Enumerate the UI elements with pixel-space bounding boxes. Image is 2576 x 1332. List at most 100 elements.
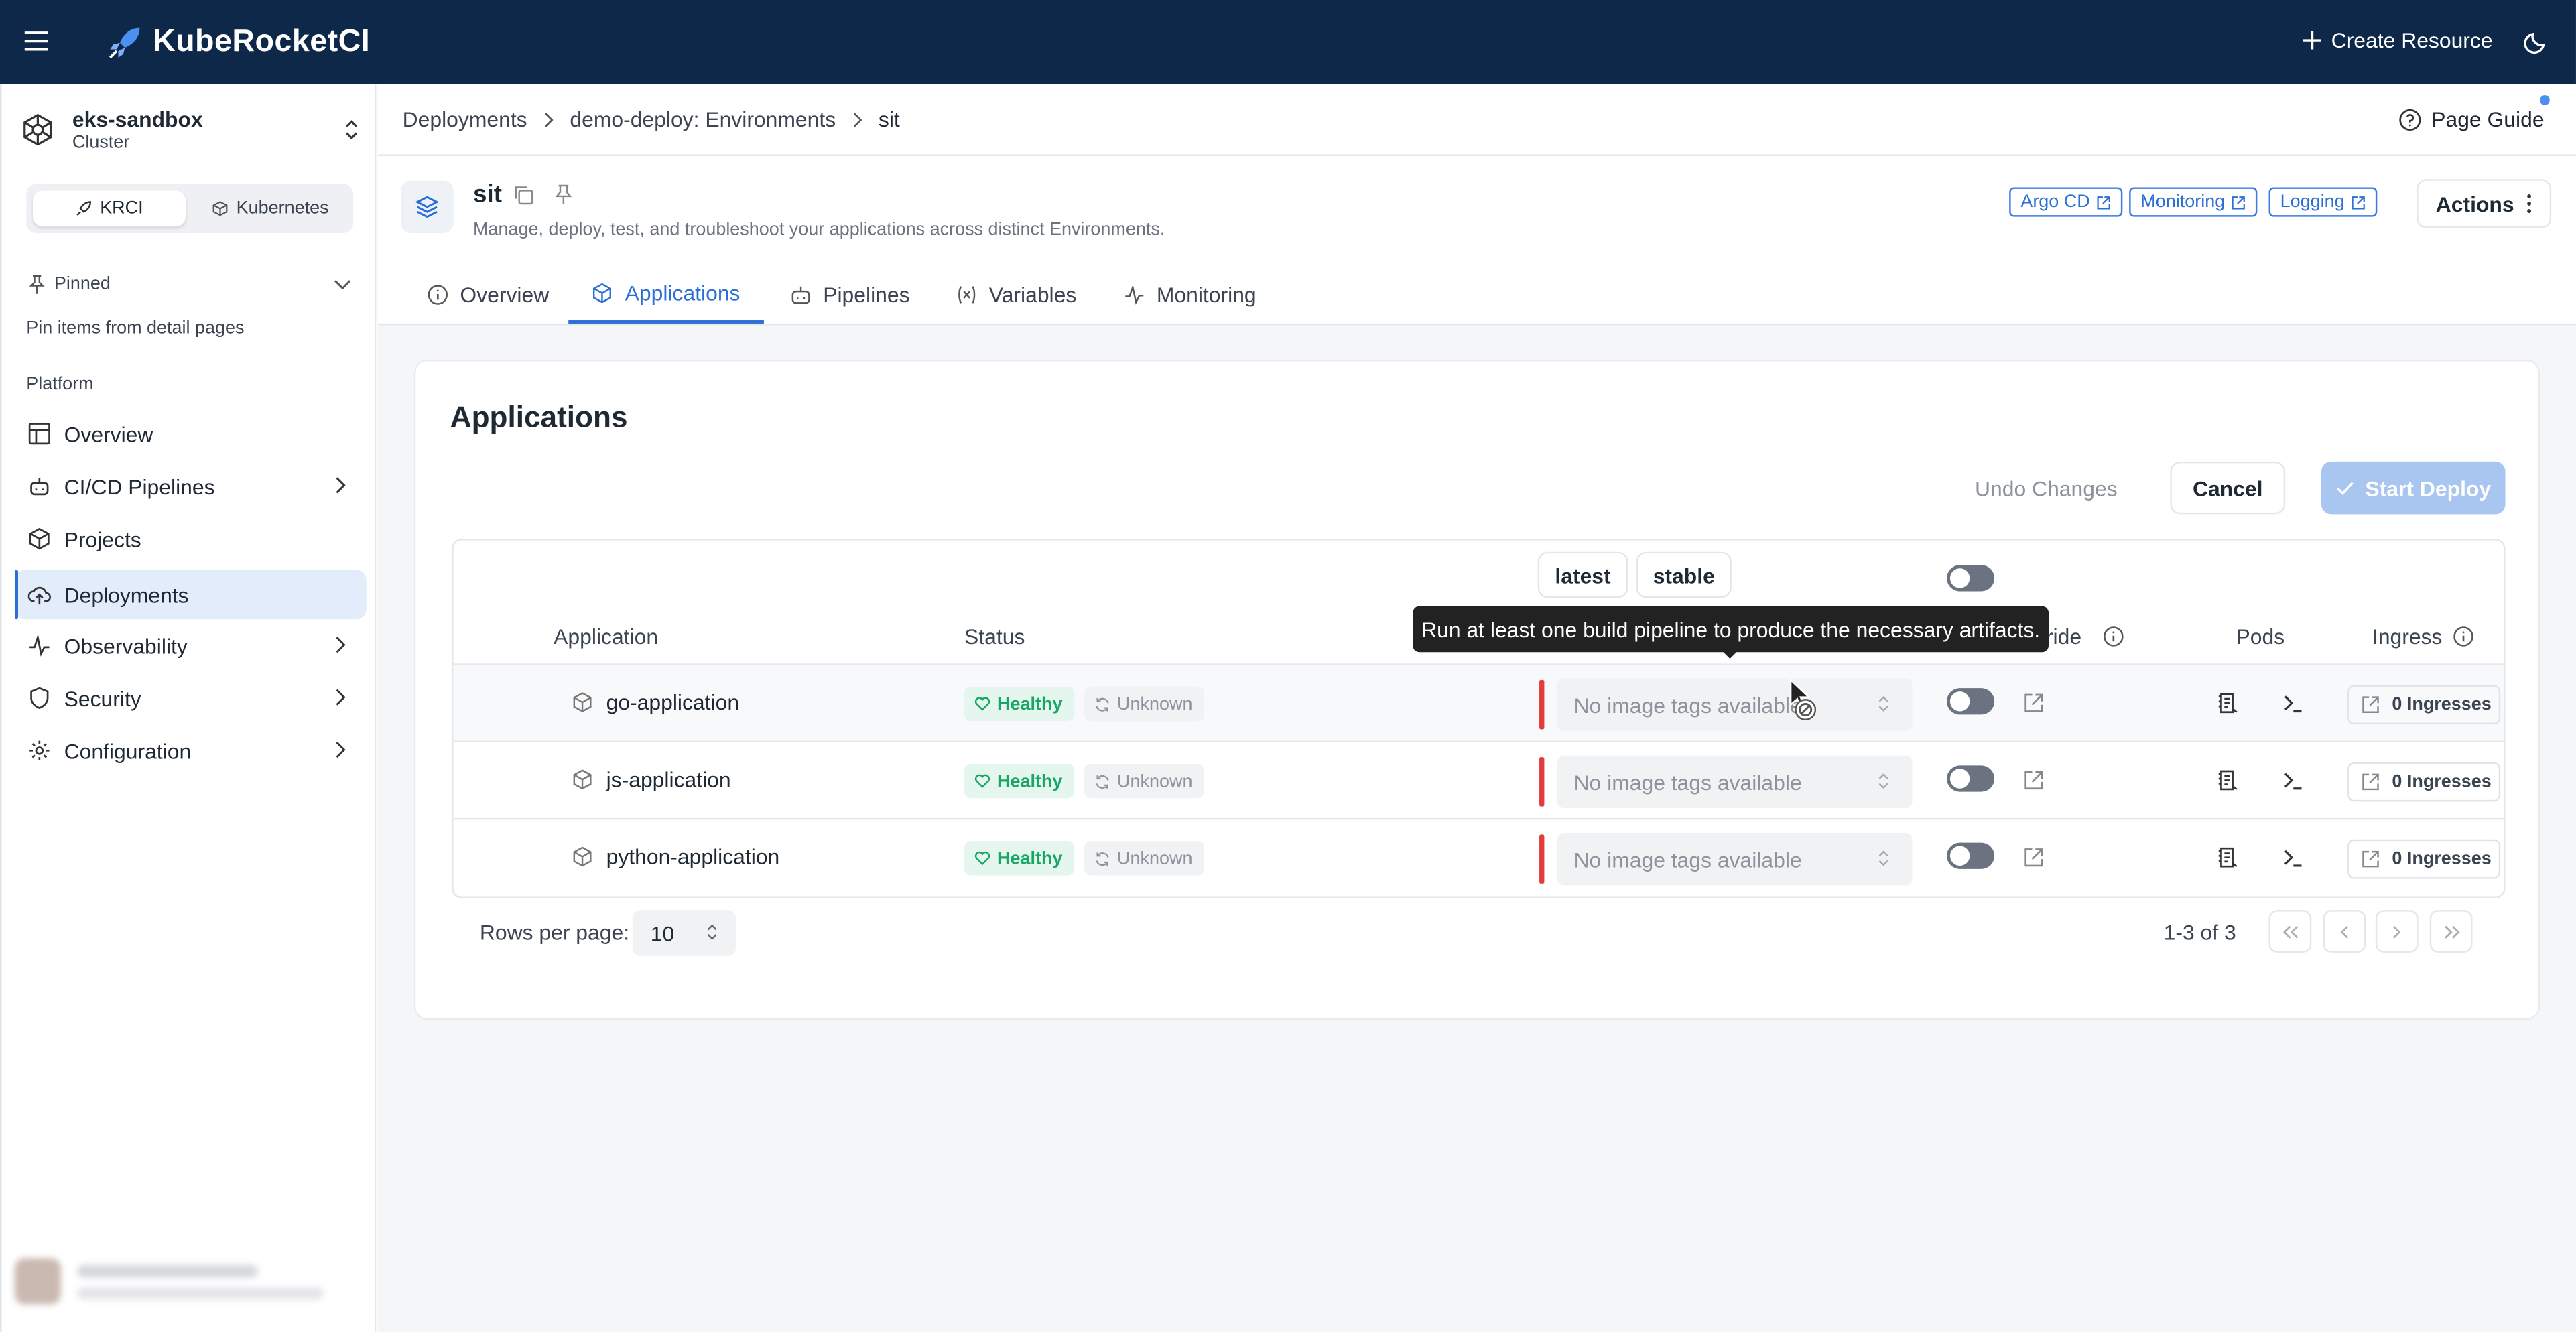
undo-changes-button[interactable]: Undo Changes (1960, 462, 2132, 514)
table-icon (28, 422, 51, 445)
notification-dot (2540, 95, 2550, 105)
pagination-controls (2268, 890, 2499, 973)
external-link-icon (2361, 849, 2380, 868)
refresh-icon (1094, 850, 1111, 867)
override-toggle[interactable] (1947, 842, 1995, 869)
robot-icon (28, 474, 51, 497)
pin-icon (28, 274, 46, 294)
menu-icon[interactable] (23, 28, 49, 54)
argocd-link[interactable]: Argo CD (2009, 187, 2123, 217)
mode-tab-kubernetes[interactable]: Kubernetes (192, 190, 348, 226)
breadcrumb-environments[interactable]: demo-deploy: Environments (570, 107, 836, 131)
logs-icon[interactable] (2216, 846, 2239, 869)
column-application[interactable]: Application (554, 624, 658, 649)
shield-icon (28, 687, 51, 710)
sidebar-item-cicd-pipelines[interactable]: CI/CD Pipelines (15, 462, 367, 511)
pin-icon[interactable] (554, 184, 573, 206)
column-pods: Pods (2236, 624, 2285, 649)
info-icon[interactable] (2453, 626, 2474, 647)
chevron-up-down-icon[interactable] (343, 119, 360, 141)
chevron-right-icon (852, 111, 862, 127)
latest-tag-button[interactable]: latest (1537, 551, 1628, 598)
breadcrumb-deployments[interactable]: Deployments (403, 107, 527, 131)
pulse-icon (28, 634, 51, 657)
next-page-button[interactable] (2375, 910, 2419, 953)
rocket-logo-icon (105, 23, 145, 62)
logging-link[interactable]: Logging (2268, 187, 2378, 217)
cube-icon (212, 200, 229, 217)
first-page-button[interactable] (2268, 910, 2312, 953)
ingress-button[interactable]: 0 Ingresses (2347, 762, 2501, 802)
sidebar-item-security[interactable]: Security (15, 673, 367, 723)
ingress-button[interactable]: 0 Ingresses (2347, 685, 2501, 725)
stable-tag-button[interactable]: stable (1636, 551, 1732, 598)
external-link-icon[interactable] (2022, 691, 2045, 714)
table-row: python-application Healthy Unknown No im… (453, 817, 2504, 895)
cluster-name[interactable]: eks-sandbox (72, 107, 203, 131)
chevron-up-down-icon (1878, 772, 1889, 790)
override-toggle[interactable] (1947, 765, 1995, 792)
external-link-icon[interactable] (2022, 846, 2045, 869)
terminal-icon[interactable] (2282, 769, 2305, 791)
error-indicator (1539, 757, 1545, 807)
terminal-icon[interactable] (2282, 846, 2305, 869)
info-icon[interactable] (2103, 626, 2124, 647)
image-tag-select[interactable]: No image tags available (1557, 832, 1913, 886)
heart-icon (974, 774, 991, 789)
breadcrumb-current: sit (878, 107, 900, 132)
avatar (15, 1258, 61, 1305)
chevron-right-icon (335, 636, 346, 654)
pinned-hint: Pin items from detail pages (26, 318, 245, 339)
chevron-down-icon[interactable] (334, 279, 352, 291)
applications-table: latest stable Application Status rride P… (452, 539, 2506, 898)
copy-icon[interactable] (513, 184, 534, 206)
user-profile[interactable] (15, 1255, 360, 1314)
tooltip-arrow (1722, 650, 1738, 659)
monitoring-link[interactable]: Monitoring (2129, 187, 2258, 217)
override-toggle[interactable] (1947, 688, 1995, 715)
cube-icon (572, 846, 593, 868)
logs-icon[interactable] (2216, 691, 2239, 714)
cancel-button[interactable]: Cancel (2170, 461, 2286, 515)
tab-overview[interactable]: Overview (427, 265, 549, 324)
page-guide-button[interactable]: Page Guide (2398, 107, 2545, 131)
image-tag-select[interactable]: No image tags available (1557, 755, 1913, 809)
create-resource-button[interactable]: Create Resource (2303, 28, 2493, 52)
mode-tab-krci[interactable]: KRCI (33, 190, 186, 227)
application-name[interactable]: python-application (606, 844, 780, 869)
platform-label: Platform (26, 374, 94, 395)
terminal-icon[interactable] (2282, 691, 2305, 714)
start-deploy-button[interactable]: Start Deploy (2321, 461, 2506, 515)
image-tag-select[interactable]: No image tags available (1557, 678, 1913, 731)
tab-pipelines[interactable]: Pipelines (790, 265, 910, 324)
health-badge: Healthy (964, 763, 1074, 799)
prev-page-button[interactable] (2323, 910, 2366, 953)
cube-icon (572, 691, 593, 713)
application-name[interactable]: go-application (606, 690, 739, 715)
moon-icon[interactable] (2524, 29, 2549, 54)
application-name[interactable]: js-application (606, 767, 731, 792)
gear-icon (28, 739, 51, 762)
sidebar-item-deployments[interactable]: Deployments (15, 570, 367, 620)
rocket-icon (75, 200, 92, 217)
sidebar-item-configuration[interactable]: Configuration (15, 726, 367, 776)
tab-variables[interactable]: Variables (956, 265, 1076, 324)
ingress-button[interactable]: 0 Ingresses (2347, 839, 2501, 879)
sidebar-item-overview[interactable]: Overview (15, 409, 367, 458)
sync-badge: Unknown (1084, 686, 1204, 722)
tab-applications[interactable]: Applications (568, 265, 764, 324)
tab-monitoring[interactable]: Monitoring (1124, 265, 1257, 324)
sidebar-item-observability[interactable]: Observability (15, 621, 367, 671)
external-link-icon[interactable] (2022, 769, 2045, 791)
override-all-toggle[interactable] (1947, 565, 1995, 592)
sidebar: eks-sandbox Cluster KRCI Kubernetes Pinn… (0, 84, 377, 1332)
rows-per-page-select[interactable]: 10 (632, 910, 736, 956)
last-page-button[interactable] (2429, 910, 2473, 953)
logs-icon[interactable] (2216, 769, 2239, 791)
cloud-upload-icon (27, 583, 51, 606)
main-content: Deployments demo-deploy: Environments si… (377, 84, 2576, 1332)
column-status[interactable]: Status (964, 624, 1025, 649)
actions-button[interactable]: Actions (2417, 179, 2552, 228)
sidebar-item-projects[interactable]: Projects (15, 514, 367, 563)
app-name[interactable]: KubeRocketCI (153, 25, 370, 61)
